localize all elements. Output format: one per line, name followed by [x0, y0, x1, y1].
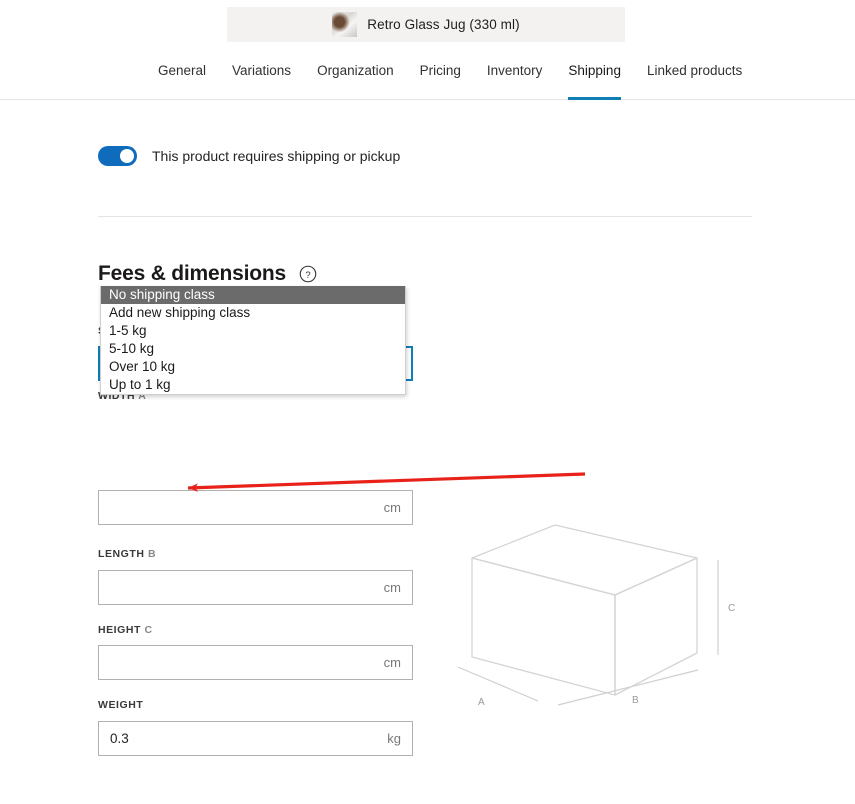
dropdown-option-over-10-kg[interactable]: Over 10 kg [101, 358, 405, 376]
height-input[interactable]: cm [98, 645, 413, 680]
weight-label: WEIGHT [98, 699, 144, 711]
requires-shipping-label: This product requires shipping or pickup [152, 148, 401, 164]
requires-shipping-row: This product requires shipping or pickup [98, 146, 400, 166]
product-photo-thumbnail-icon [332, 12, 358, 37]
tab-general[interactable]: General [145, 55, 219, 100]
tab-shipping[interactable]: Shipping [555, 55, 634, 100]
package-dimensions-diagram: A B C [450, 515, 750, 740]
weight-unit: kg [387, 731, 401, 746]
product-header-pill: Retro Glass Jug (330 ml) [227, 7, 625, 42]
diagram-label-c: C [728, 603, 735, 614]
tab-pricing[interactable]: Pricing [407, 55, 474, 100]
tab-inventory[interactable]: Inventory [474, 55, 556, 100]
section-divider [98, 216, 752, 217]
width-unit: cm [383, 500, 401, 515]
weight-value: 0.3 [110, 731, 129, 746]
weight-input[interactable]: 0.3 kg [98, 721, 413, 756]
shipping-class-dropdown-list[interactable]: No shipping class Add new shipping class… [100, 286, 406, 395]
question-circle-icon[interactable]: ? [299, 265, 317, 283]
requires-shipping-toggle[interactable] [98, 146, 137, 166]
height-unit: cm [383, 655, 401, 670]
dropdown-option-add-new-shipping-class[interactable]: Add new shipping class [101, 304, 405, 322]
dropdown-option-up-to-1-kg[interactable]: Up to 1 kg [101, 376, 405, 394]
height-label-text: HEIGHT [98, 624, 141, 636]
product-tab-bar: General Variations Organization Pricing … [0, 55, 855, 100]
length-unit: cm [383, 580, 401, 595]
dropdown-option-no-shipping-class[interactable]: No shipping class [101, 286, 405, 304]
length-label-text: LENGTH [98, 548, 145, 560]
toggle-knob [120, 149, 134, 163]
diagram-label-b: B [632, 695, 639, 706]
diagram-label-a: A [478, 697, 485, 708]
fees-dimensions-header: Fees & dimensions ? [98, 262, 317, 286]
length-dim-letter: B [147, 548, 157, 560]
length-input[interactable]: cm [98, 570, 413, 605]
tab-variations[interactable]: Variations [219, 55, 304, 100]
length-label: LENGTH B [98, 548, 156, 560]
product-title: Retro Glass Jug (330 ml) [367, 17, 520, 32]
tab-organization[interactable]: Organization [304, 55, 407, 100]
width-input[interactable]: cm [98, 490, 413, 525]
svg-text:?: ? [305, 270, 310, 281]
product-shipping-page: Retro Glass Jug (330 ml) General Variati… [0, 0, 855, 804]
dropdown-option-5-10-kg[interactable]: 5-10 kg [101, 340, 405, 358]
tab-list: General Variations Organization Pricing … [145, 55, 755, 100]
tab-linked-products[interactable]: Linked products [634, 55, 755, 100]
height-dim-letter: C [144, 624, 153, 636]
height-label: HEIGHT C [98, 624, 153, 636]
dropdown-option-1-5-kg[interactable]: 1-5 kg [101, 322, 405, 340]
page-title: Fees & dimensions [98, 262, 286, 285]
